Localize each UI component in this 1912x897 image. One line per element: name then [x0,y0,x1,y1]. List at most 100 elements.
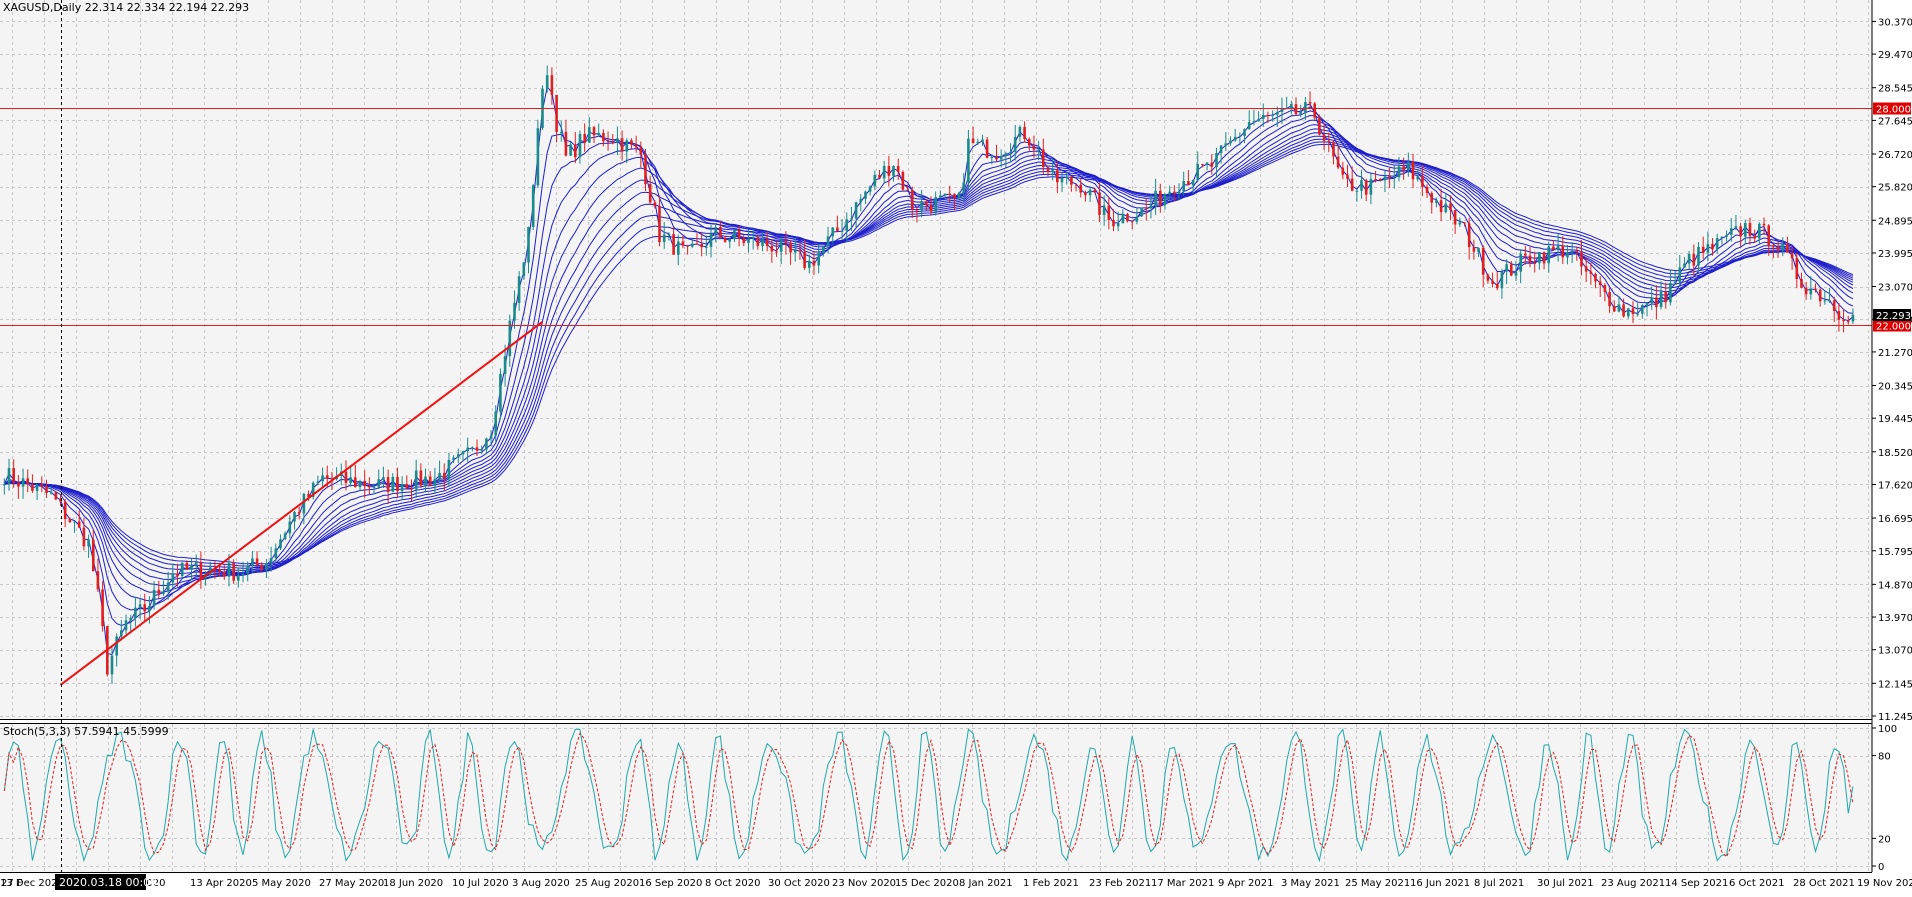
candle-body [1739,226,1742,237]
candle-body [775,251,778,253]
candle-body [489,435,493,439]
candle-body [1636,313,1639,315]
candle-body [1168,191,1171,194]
candle-body [616,138,619,143]
price-tick-label: 27.645 [1878,116,1912,127]
candle-body [260,564,263,570]
candle-body [40,484,44,487]
candle-body [1613,306,1616,312]
candle-body [1538,252,1541,264]
price-tick-label: 21.270 [1878,348,1912,359]
candle-body [1524,253,1527,256]
candle-body [1098,192,1101,215]
time-tick-label: 6 Oct 2021 [1729,878,1784,889]
candle-body [798,250,802,252]
price-tick-label: 23.070 [1878,283,1912,294]
candle-body [1388,176,1391,178]
candle-body [1252,121,1256,123]
candle-body [414,470,418,490]
candle-body [822,246,825,253]
candle-body [854,202,858,219]
candle-body [789,242,792,253]
candle-body [1102,205,1106,215]
candle-body [1364,180,1368,195]
candle-body [1711,243,1714,250]
candle-body [223,571,226,577]
candle-body [424,476,427,486]
candle-body [634,144,638,148]
candle-body [400,484,404,492]
time-tick-label: 3 May 2021 [1281,878,1340,889]
candle-body [1130,221,1134,223]
stochastic-tick-label: 0 [1878,862,1884,873]
candle-body [1042,149,1045,168]
candle-body [1622,304,1625,317]
candle-body [1145,207,1148,209]
time-axis[interactable]: 27 F 2020 13 Apr 2020 5 May 2020 27 May 2020… [0,878,1912,889]
candle-body [971,138,975,143]
candle-body [87,539,90,547]
candle-body [143,604,146,612]
candle-body [466,447,469,452]
candle-body [1196,164,1199,180]
candle-body [471,447,474,449]
candle-body [265,563,268,570]
candle-body [672,234,675,255]
time-tick-label: 30 Oct 2020 [768,878,830,889]
candle-body [1627,308,1630,317]
candle-body [1650,297,1653,303]
candle-body [316,481,320,483]
candle-body [35,484,39,491]
price-tick-label: 19.445 [1878,414,1912,425]
candle-body [1533,262,1536,264]
candle-body [1360,180,1363,191]
candle-body [1332,141,1335,157]
candle-body [1163,194,1167,205]
price-tick-label: 20.345 [1878,382,1912,393]
candle-body [419,470,423,486]
candle-body [1467,223,1471,248]
candle-body [1135,216,1139,222]
candle-body [1486,274,1490,281]
stochastic-tick-label: 20 [1878,834,1891,845]
candle-body [719,227,722,238]
price-tick-label: 23.995 [1878,249,1912,260]
candle-body [1173,191,1176,194]
time-tick-label: 28 Oct 2021 [1793,878,1855,889]
candle-body [21,478,25,487]
candle-body [611,142,614,144]
candle-body [1262,114,1265,119]
symbol-header: XAGUSD,Daily 22.314 22.334 22.194 22.293 [3,1,249,14]
candle-body [728,239,731,242]
time-tick-label: 14 Sep 2021 [1665,878,1728,889]
candle-body [761,239,764,247]
candle-body [1823,300,1827,302]
candle-body [269,557,273,564]
candle-body [1795,258,1799,279]
price-tick-label: 28.545 [1878,84,1912,95]
candle-body [1121,214,1125,224]
candle-body [1542,252,1546,264]
time-tick-label: 17 Mar 2021 [1151,878,1214,889]
candle-body [31,484,34,491]
candle-body [906,189,909,191]
candle-body [1790,252,1794,259]
candle-body [859,198,863,203]
candle-body [251,558,254,566]
candle-body [681,241,685,246]
time-tick-label: 9 Apr 2021 [1218,878,1273,889]
candle-body [644,154,647,185]
candle-body [1500,271,1504,289]
candle-body [3,484,6,486]
candle-body [1056,170,1059,183]
candle-body [110,655,114,675]
candle-body [1407,161,1410,171]
chart-canvas[interactable]: 30.370 29.470 28.545 27.645 26.720 25.820 24.8… [0,0,1912,893]
main-plot-area[interactable] [0,0,1872,719]
candle-body [457,454,460,458]
time-tick-label: 23 Nov 2020 [832,878,896,889]
time-tick-label: 19 Nov 2021 [1857,878,1912,889]
price-tick-label: 29.470 [1878,50,1912,61]
candle-body [1758,223,1761,239]
candle-body [49,492,53,494]
